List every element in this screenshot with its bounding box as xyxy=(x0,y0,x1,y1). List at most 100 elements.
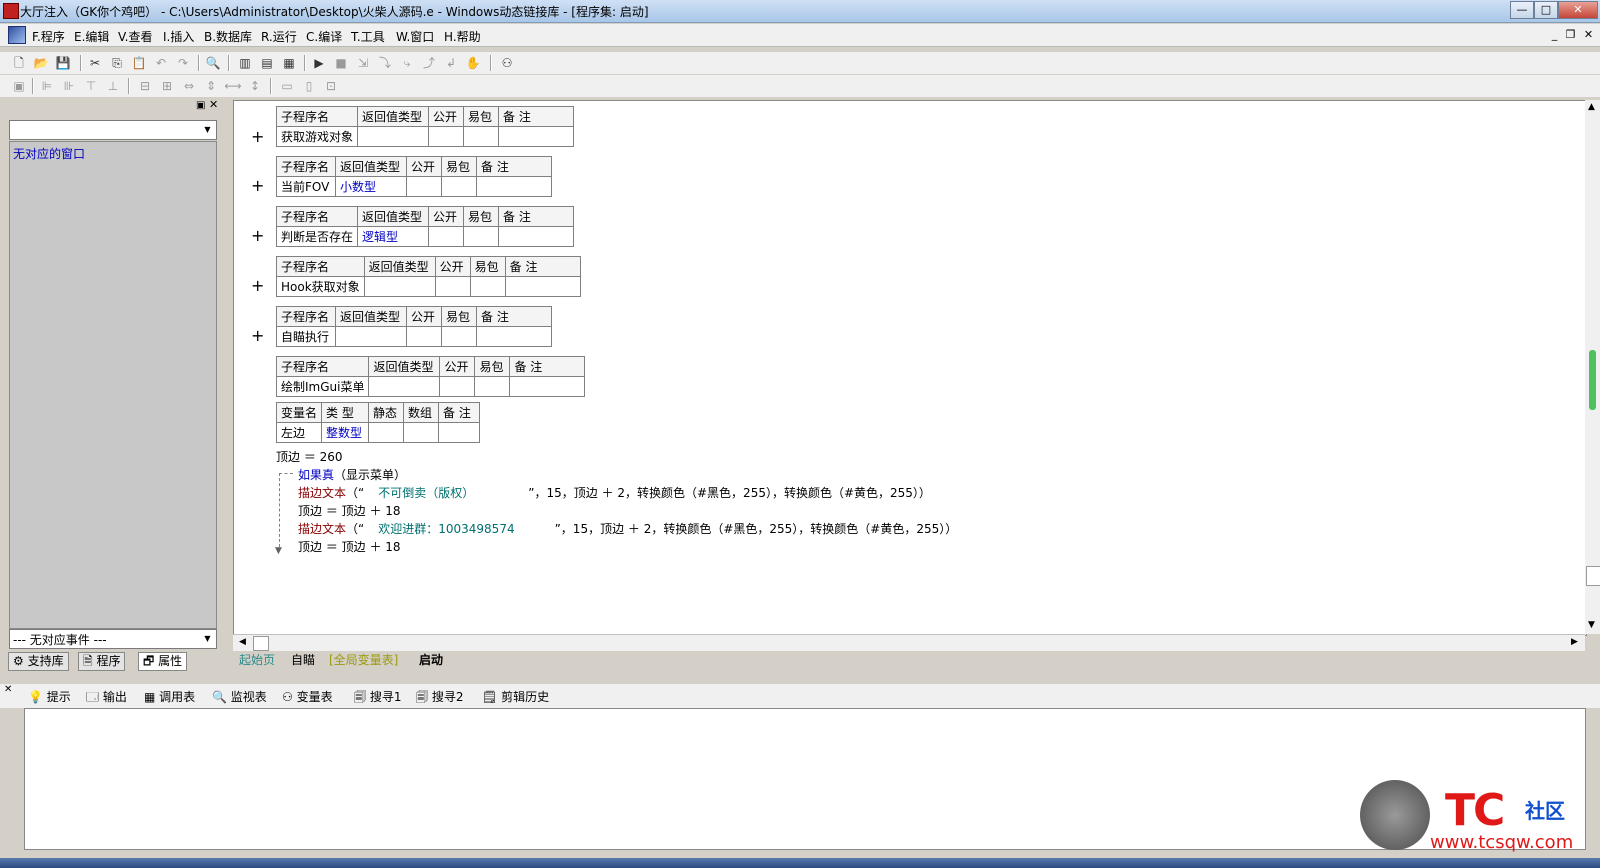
align-top-icon[interactable]: ⊤ xyxy=(82,78,100,94)
undo-icon[interactable]: ↶ xyxy=(152,55,170,71)
mdi-minimize-button[interactable]: _ xyxy=(1548,28,1561,41)
window-list-item[interactable]: 无对应的窗口 xyxy=(13,145,85,162)
binoculars-icon[interactable]: ⚇ xyxy=(498,55,516,71)
code-line[interactable]: 描边文本（“ 不可倒卖（版权） ”，15，顶边 ＋ 2，转换颜色（#黑色，255），… xyxy=(298,484,931,501)
taskbar[interactable] xyxy=(0,858,1600,868)
center-horizontal-icon[interactable]: ⊟ xyxy=(136,78,154,94)
chevron-down-icon[interactable]: ▼ xyxy=(201,632,214,645)
output-panel[interactable] xyxy=(24,708,1586,850)
tab-support-library[interactable]: ⚙ 支持库 xyxy=(8,652,69,671)
scroll-up-icon[interactable]: ▲ xyxy=(1588,102,1595,112)
tab-hint[interactable]: 💡 提示 xyxy=(28,688,71,705)
same-height-icon[interactable]: ⇕ xyxy=(202,78,220,94)
pin-icon[interactable]: ▣ xyxy=(196,100,205,111)
paste-icon[interactable]: 📋 xyxy=(130,55,148,71)
tab-search1[interactable]: 🗐 搜寻1 xyxy=(354,688,401,709)
expand-icon[interactable]: + xyxy=(251,276,264,295)
new-file-icon[interactable]: 🗋 xyxy=(10,55,28,71)
run-to-cursor-icon[interactable]: ↲ xyxy=(442,55,460,71)
expand-icon[interactable]: + xyxy=(251,326,264,345)
align-grid-icon[interactable]: ▣ xyxy=(10,78,28,94)
sub-name[interactable]: Hook获取对象 xyxy=(276,276,365,297)
layout-3-icon[interactable]: ▦ xyxy=(280,55,298,71)
tab-clip-history[interactable]: 🗒 剪辑历史 xyxy=(482,688,549,705)
code-line[interactable]: 描边文本（“ 欢迎进群：1003498574 ”，15，顶边 ＋ 2，转换颜色（#黑… xyxy=(298,520,957,537)
panel-close-icon[interactable]: ✕ xyxy=(209,98,218,111)
step-out-icon[interactable]: ⤴ xyxy=(420,55,438,71)
tab-aimbot[interactable]: 自瞄 xyxy=(285,652,321,669)
align-bottom-icon[interactable]: ⊥ xyxy=(104,78,122,94)
tab-properties[interactable]: 🗗 属性 xyxy=(138,652,188,671)
menu-database[interactable]: B.数据库 xyxy=(204,28,252,45)
code-line[interactable]: 顶边 ＝ 顶边 ＋ 18 xyxy=(298,502,401,519)
sub-name[interactable]: 绘制ImGui菜单 xyxy=(275,376,370,397)
tab-global-vars[interactable]: [全局变量表] xyxy=(323,652,404,669)
tab-program[interactable]: 🗎 程序 xyxy=(78,652,126,671)
scroll-down-icon[interactable]: ▼ xyxy=(1588,620,1595,630)
save-icon[interactable]: 💾 xyxy=(54,55,72,71)
hand-icon[interactable]: ✋ xyxy=(464,55,482,71)
menu-tools[interactable]: T.工具 xyxy=(351,28,385,45)
same-width-icon[interactable]: ⇔ xyxy=(180,78,198,94)
expand-icon[interactable]: + xyxy=(251,226,264,245)
chevron-down-icon[interactable]: ▼ xyxy=(201,123,214,136)
expand-icon[interactable]: + xyxy=(251,127,264,146)
space-horizontal-icon[interactable]: ⟷ xyxy=(224,78,242,94)
tab-call-stack[interactable]: ▦ 调用表 xyxy=(144,688,195,705)
menu-view[interactable]: V.查看 xyxy=(118,28,152,45)
tab-watch[interactable]: 🔍 监视表 xyxy=(212,688,267,705)
stop-icon[interactable]: ■ xyxy=(332,55,350,71)
align-left-icon[interactable]: ⊫ xyxy=(38,78,56,94)
code-line[interactable]: 顶边 ＝ 顶边 ＋ 18 xyxy=(298,538,401,555)
window-list[interactable] xyxy=(9,141,217,629)
copy-icon[interactable]: ⎘ xyxy=(108,55,126,71)
scroll-thumb[interactable] xyxy=(1586,566,1600,586)
align-right-icon[interactable]: ⊪ xyxy=(60,78,78,94)
panel-close-icon[interactable]: ✕ xyxy=(4,684,12,695)
step-icon[interactable]: ⇲ xyxy=(354,55,372,71)
menu-run[interactable]: R.运行 xyxy=(261,28,297,45)
code-line[interactable]: 如果真（显示菜单） xyxy=(298,466,406,483)
layout-2-icon[interactable]: ▤ xyxy=(258,55,276,71)
space-vertical-icon[interactable]: ↕ xyxy=(246,78,264,94)
size-width-icon[interactable]: ▭ xyxy=(278,78,296,94)
redo-icon[interactable]: ↷ xyxy=(174,55,192,71)
size-height-icon[interactable]: ▯ xyxy=(300,78,318,94)
tab-variables[interactable]: ⚇ 变量表 xyxy=(282,688,333,705)
mdi-restore-button[interactable]: ❐ xyxy=(1564,28,1577,41)
menu-window[interactable]: W.窗口 xyxy=(396,28,434,45)
scroll-right-icon[interactable]: ▶ xyxy=(1571,637,1578,647)
layout-1-icon[interactable]: ▥ xyxy=(236,55,254,71)
sub-name[interactable]: 自瞄执行 xyxy=(276,326,336,347)
code-line[interactable]: 顶边 ＝ 260 xyxy=(276,448,343,465)
menu-edit[interactable]: E.编辑 xyxy=(74,28,109,45)
horizontal-scrollbar[interactable]: ◀ ▶ xyxy=(233,634,1585,651)
menu-program[interactable]: F.程序 xyxy=(32,28,65,45)
scroll-thumb[interactable] xyxy=(253,636,269,651)
close-button[interactable]: ✕ xyxy=(1558,1,1598,19)
find-icon[interactable]: 🔍 xyxy=(204,55,222,71)
menu-compile[interactable]: C.编译 xyxy=(306,28,342,45)
window-select[interactable]: ▼ xyxy=(9,120,217,140)
scroll-left-icon[interactable]: ◀ xyxy=(239,637,246,647)
var-name[interactable]: 左边 xyxy=(275,422,323,443)
tab-startup[interactable]: 启动 xyxy=(413,652,449,669)
center-vertical-icon[interactable]: ⊞ xyxy=(158,78,176,94)
tab-output[interactable]: 🗔 输出 xyxy=(86,688,127,709)
expand-icon[interactable]: + xyxy=(251,176,264,195)
tab-start-page[interactable]: 起始页 xyxy=(233,652,281,669)
step-over-icon[interactable]: ⤷ xyxy=(398,55,416,71)
menu-help[interactable]: H.帮助 xyxy=(444,28,481,45)
maximize-button[interactable]: □ xyxy=(1534,1,1558,19)
step-into-icon[interactable]: ⤵ xyxy=(376,55,394,71)
size-both-icon[interactable]: ⊡ xyxy=(322,78,340,94)
minimize-button[interactable]: — xyxy=(1510,1,1534,19)
sub-name[interactable]: 当前FOV xyxy=(276,176,336,197)
mdi-close-button[interactable]: ✕ xyxy=(1582,28,1595,41)
run-icon[interactable]: ▶ xyxy=(310,55,328,71)
tab-search2[interactable]: 🗐 搜寻2 xyxy=(416,688,463,709)
cut-icon[interactable]: ✂ xyxy=(86,55,104,71)
menu-insert[interactable]: I.插入 xyxy=(163,28,194,45)
open-folder-icon[interactable]: 📂 xyxy=(32,55,50,71)
sub-name[interactable]: 判断是否存在 xyxy=(275,226,359,247)
